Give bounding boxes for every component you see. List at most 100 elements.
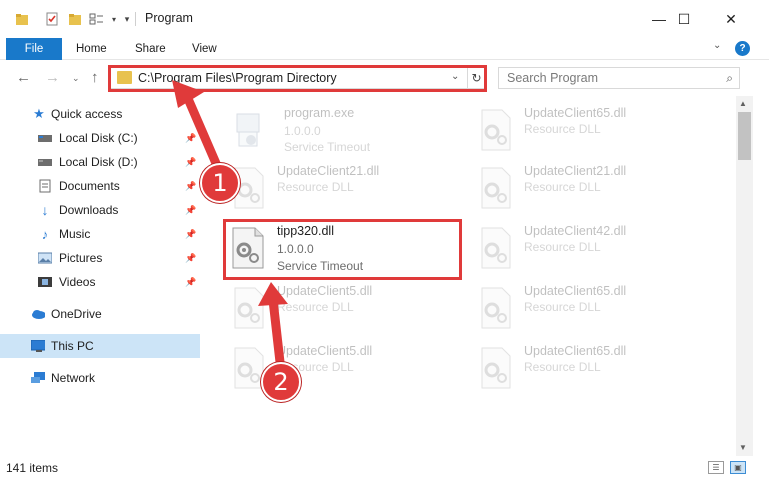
search-icon[interactable]: ⌕ [726, 71, 733, 86]
tab-share[interactable]: Share [135, 38, 166, 60]
sidebar-item-local-disk-d[interactable]: Local Disk (D:) 📌 [0, 150, 200, 174]
sidebar-item-documents[interactable]: Documents 📌 [0, 174, 200, 198]
sidebar-item-label: Downloads [59, 203, 119, 217]
dll-file-icon [476, 226, 516, 270]
documents-icon [38, 179, 52, 193]
file-item[interactable]: program.exe 1.0.0.0 Service Timeout [229, 104, 449, 158]
tab-view[interactable]: View [192, 38, 217, 60]
file-name: UpdateClient5.dll [277, 344, 373, 358]
file-description: Service Timeout [284, 140, 371, 154]
status-bar: 141 items ☰ ▣ [0, 456, 769, 498]
videos-icon [38, 276, 52, 289]
sidebar-item-downloads[interactable]: ↓ Downloads 📌 [0, 198, 200, 222]
back-arrow-icon[interactable]: ← [16, 69, 31, 86]
tab-home[interactable]: Home [76, 38, 107, 60]
recent-locations-icon[interactable]: ⌄ [72, 73, 80, 84]
search-box[interactable]: Search Program ⌕ [498, 67, 740, 89]
sidebar-item-label: Music [59, 227, 91, 241]
dll-file-icon [476, 346, 516, 390]
sidebar-item-pictures[interactable]: Pictures 📌 [0, 246, 200, 270]
navigation-bar: ← → ⌄ ↑ C:\Program Files\Program Directo… [0, 61, 769, 95]
dll-file-icon [229, 286, 269, 330]
file-item[interactable]: UpdateClient21.dll Resource DLL [229, 162, 449, 216]
step-2-badge: 2 [261, 362, 301, 402]
pin-icon[interactable]: 📌 [185, 253, 196, 264]
network-icon [31, 371, 45, 385]
title-separator [135, 12, 136, 26]
customize-qa-icon[interactable]: ▾ [119, 11, 135, 27]
file-name: program.exe [284, 106, 355, 120]
step-1-badge: 1 [200, 163, 240, 203]
large-icons-view-icon[interactable]: ▣ [730, 461, 746, 474]
file-item[interactable]: UpdateClient65.dll Resource DLL [476, 342, 696, 396]
window-title: Program [145, 11, 193, 25]
dll-file-icon [476, 108, 516, 152]
scroll-down-icon[interactable]: ▼ [739, 443, 747, 452]
ribbon-tabs: File Home Share View ⌄ ? [0, 38, 769, 60]
sidebar-item-onedrive[interactable]: OneDrive [0, 302, 200, 326]
pin-icon[interactable]: 📌 [185, 133, 196, 144]
drive-icon [38, 132, 52, 145]
file-description: Resource DLL [277, 300, 354, 314]
file-item[interactable]: UpdateClient65.dll Resource DLL [476, 282, 696, 336]
dll-file-icon [476, 166, 516, 210]
file-item[interactable]: UpdateClient5.dll Resource DLL [229, 282, 449, 336]
details-view-icon[interactable]: ☰ [708, 461, 724, 474]
sidebar-item-music[interactable]: ♪ Music 📌 [0, 222, 200, 246]
sidebar-item-local-disk-c[interactable]: Local Disk (C:) 📌 [0, 126, 200, 150]
properties-icon[interactable] [44, 11, 60, 27]
sidebar-item-videos[interactable]: Videos 📌 [0, 270, 200, 294]
navigation-pane: ★ Quick access Local Disk (C:) 📌 Local D… [0, 100, 204, 456]
sidebar-item-label: OneDrive [51, 307, 102, 321]
pin-icon[interactable]: 📌 [185, 205, 196, 216]
pin-icon[interactable]: 📌 [185, 229, 196, 240]
up-arrow-icon[interactable]: ↑ [91, 69, 99, 86]
file-description: Resource DLL [524, 180, 601, 194]
new-folder-icon[interactable] [67, 11, 83, 27]
title-bar: ▾ ▾ Program — ☐ ✕ [0, 0, 769, 38]
sidebar-item-label: Network [51, 371, 96, 385]
forward-arrow-icon[interactable]: → [45, 69, 60, 86]
pin-icon[interactable]: 📌 [185, 157, 196, 168]
scroll-up-icon[interactable]: ▲ [739, 99, 747, 108]
expand-ribbon-icon[interactable]: ⌄ [713, 40, 721, 51]
sidebar-item-label: Local Disk (C:) [59, 131, 138, 145]
download-icon: ↓ [41, 202, 49, 218]
dll-file-icon [476, 286, 516, 330]
sidebar-item-quick-access[interactable]: ★ Quick access [0, 102, 200, 126]
file-name: UpdateClient21.dll [524, 164, 627, 178]
help-icon[interactable]: ? [735, 41, 750, 56]
drive-icon [38, 156, 52, 169]
file-item[interactable]: UpdateClient42.dll Resource DLL [476, 222, 696, 276]
computer-icon [31, 339, 45, 353]
pin-icon[interactable]: 📌 [185, 181, 196, 192]
sidebar-item-network[interactable]: Network [0, 366, 200, 390]
music-icon: ♪ [41, 226, 49, 242]
sidebar-item-label: Quick access [51, 107, 123, 121]
sidebar-item-label: Documents [59, 179, 120, 193]
tab-file[interactable]: File [6, 38, 62, 60]
search-placeholder[interactable]: Search Program [507, 71, 598, 85]
file-item[interactable]: UpdateClient21.dll Resource DLL [476, 162, 696, 216]
item-count: 141 items [6, 461, 59, 475]
file-name: UpdateClient5.dll [277, 284, 373, 298]
maximize-button[interactable]: ☐ [662, 0, 706, 38]
cloud-icon [31, 308, 45, 321]
file-description: Resource DLL [524, 240, 601, 254]
pin-icon[interactable]: 📌 [185, 277, 196, 288]
file-name: UpdateClient65.dll [524, 284, 627, 298]
close-button[interactable]: ✕ [709, 0, 753, 38]
pictures-icon [38, 252, 52, 265]
star-icon: ★ [33, 106, 45, 121]
view-options-icon[interactable] [89, 11, 105, 27]
file-description: Resource DLL [524, 300, 601, 314]
folder-icon[interactable] [14, 11, 30, 27]
file-name: UpdateClient65.dll [524, 106, 627, 120]
file-name: UpdateClient21.dll [277, 164, 380, 178]
scroll-thumb[interactable] [738, 112, 751, 160]
vertical-scrollbar[interactable]: ▲ ▼ [736, 96, 753, 456]
sidebar-item-label: This PC [51, 339, 94, 353]
file-description: Resource DLL [277, 180, 354, 194]
sidebar-item-this-pc[interactable]: This PC [0, 334, 200, 358]
file-item[interactable]: UpdateClient65.dll Resource DLL [476, 104, 696, 158]
